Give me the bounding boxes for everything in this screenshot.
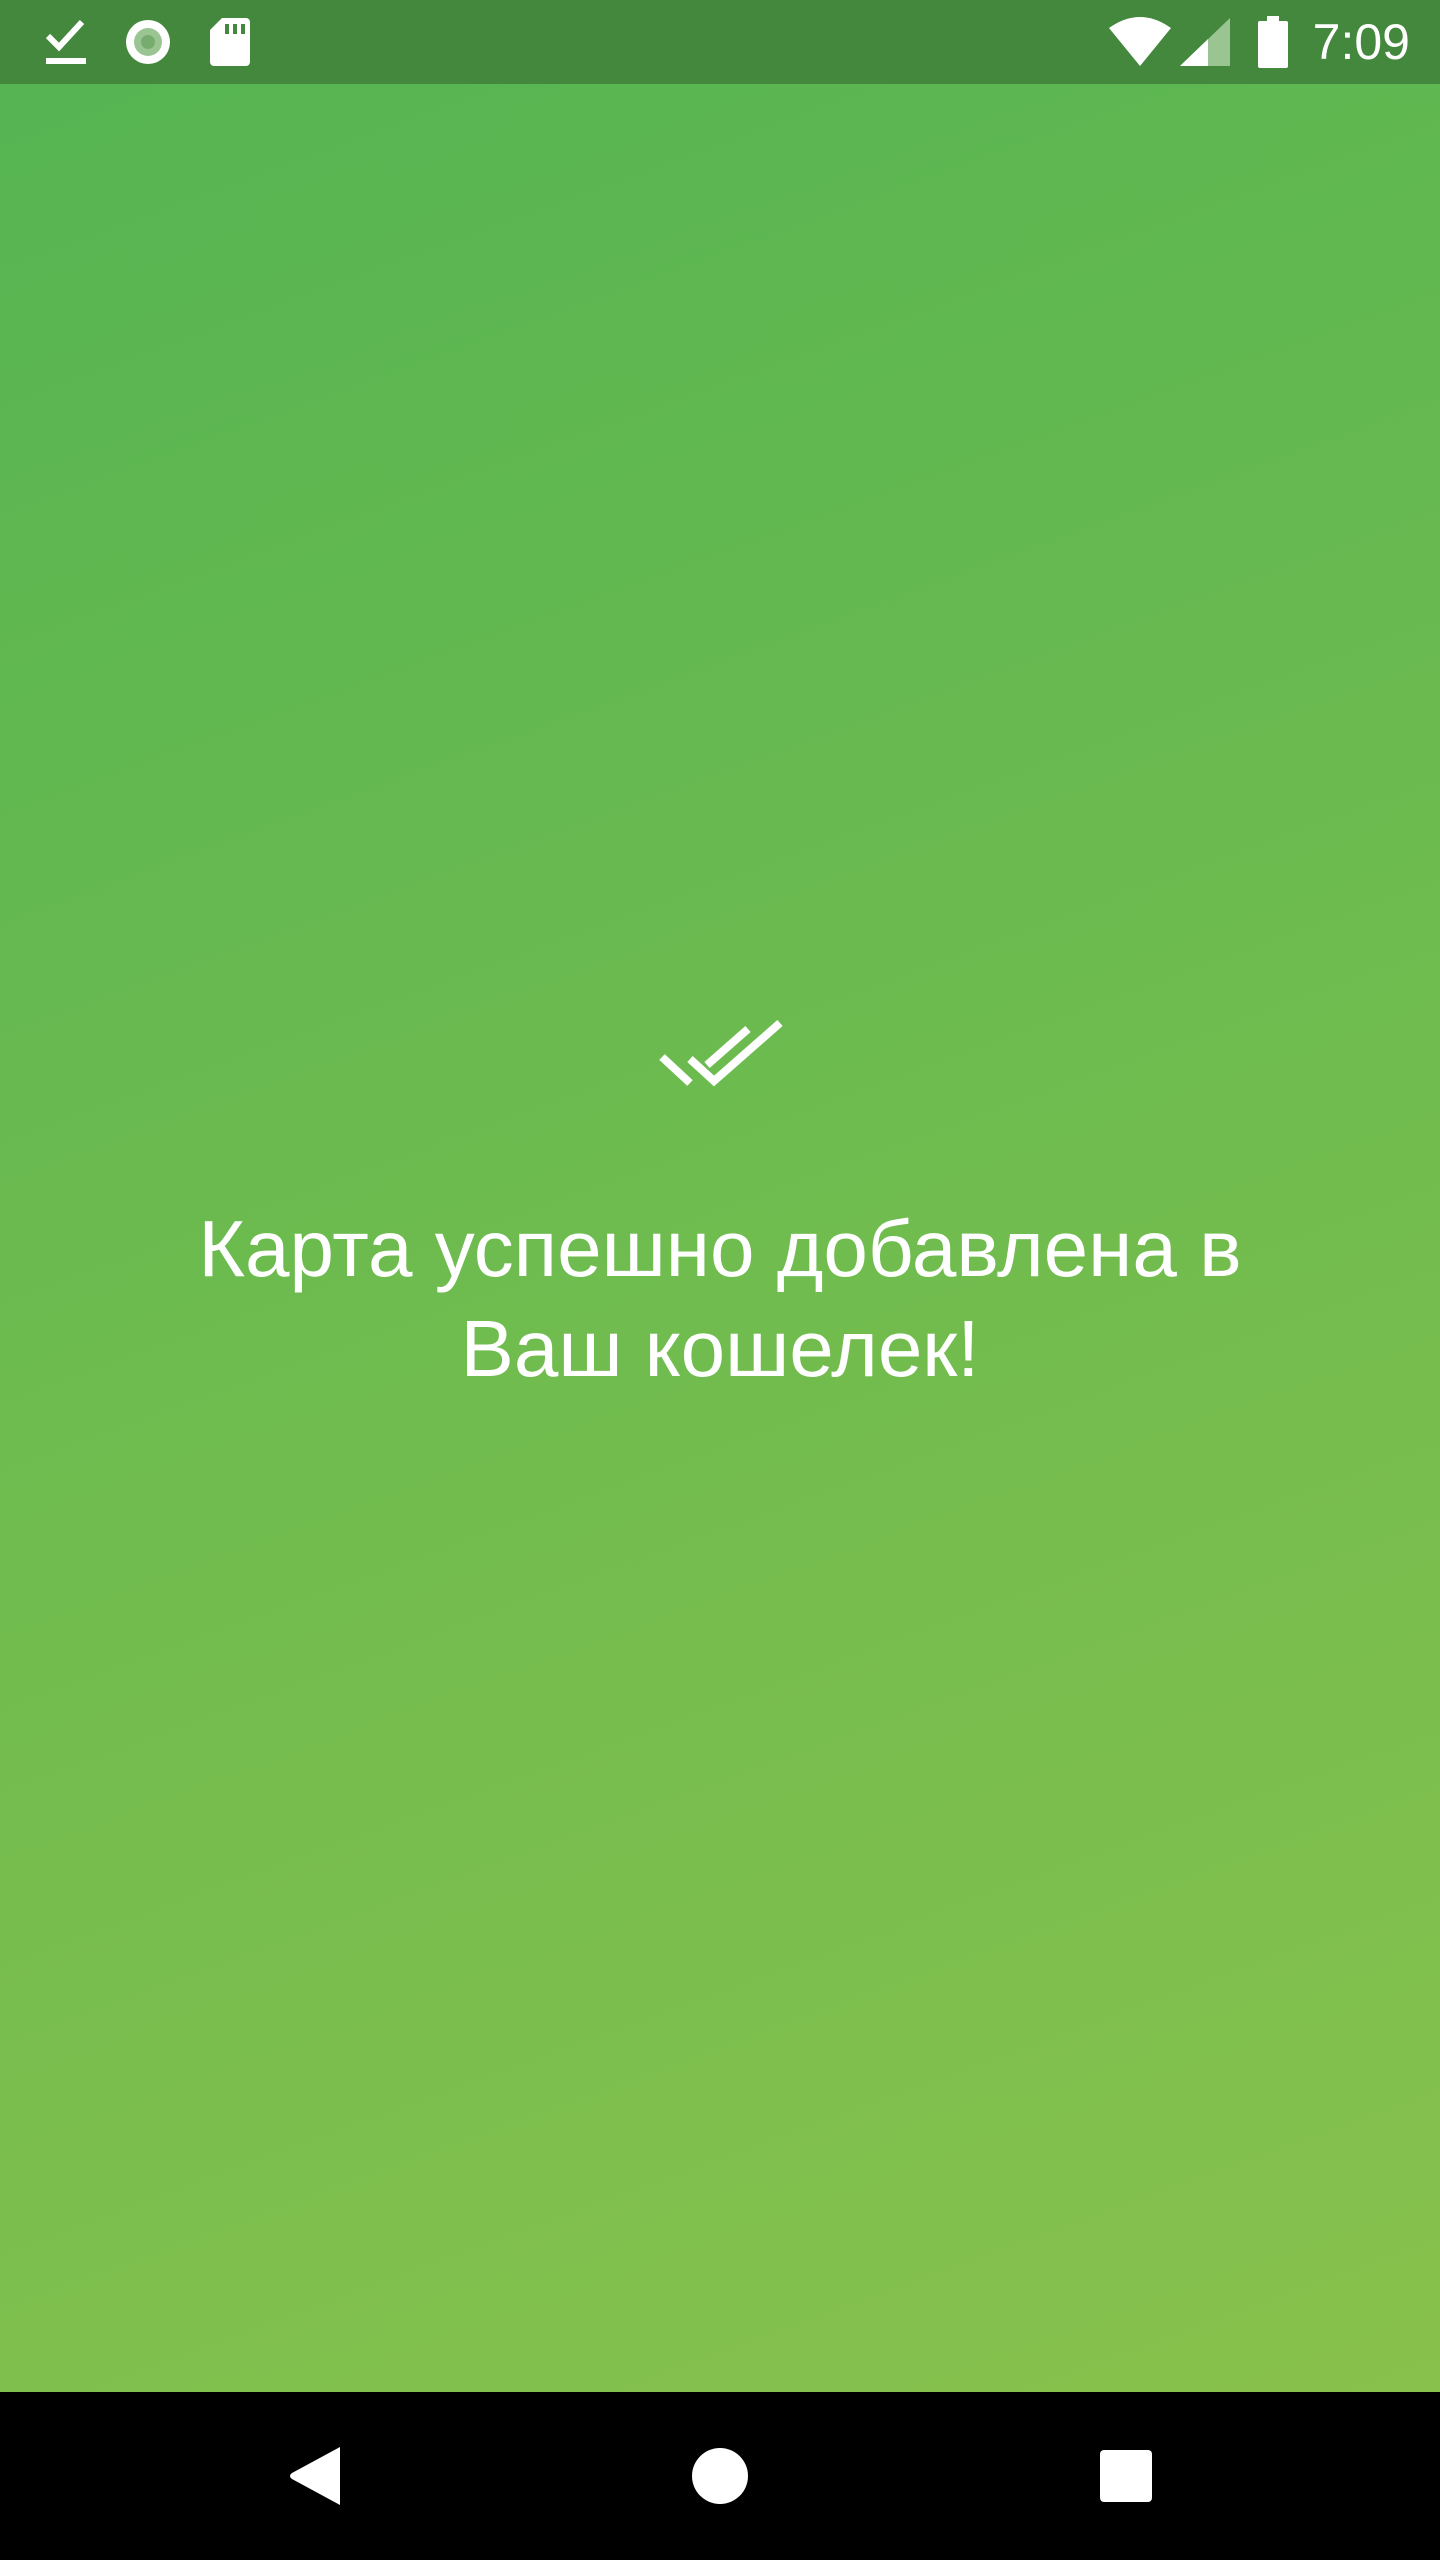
- battery-icon: [1248, 0, 1298, 84]
- navigation-bar: [0, 2392, 1440, 2560]
- home-icon: [692, 2448, 748, 2504]
- double-check-icon: [650, 1019, 790, 1129]
- status-bar: 7:09: [0, 0, 1440, 84]
- download-done-icon: [36, 0, 96, 84]
- recents-button[interactable]: [1042, 2392, 1210, 2560]
- success-message-line2: Ваш кошелек!: [460, 1304, 980, 1393]
- sd-card-icon: [200, 0, 260, 84]
- success-content: Карта успешно добавлена в Ваш кошелек!: [0, 84, 1440, 2392]
- success-message: Карта успешно добавлена в Ваш кошелек!: [120, 1199, 1320, 1399]
- home-button[interactable]: [636, 2392, 804, 2560]
- screen: 7:09 Карта успешно добавлена в Ваш кошел…: [0, 0, 1440, 2560]
- record-icon: [118, 0, 178, 84]
- back-icon: [290, 2447, 340, 2505]
- recents-icon: [1100, 2450, 1152, 2502]
- status-time: 7:09: [1312, 14, 1410, 70]
- back-button[interactable]: [232, 2392, 400, 2560]
- cell-signal-icon: [1176, 0, 1234, 84]
- wifi-icon: [1104, 0, 1176, 84]
- success-message-line1: Карта успешно добавлена в: [198, 1204, 1242, 1293]
